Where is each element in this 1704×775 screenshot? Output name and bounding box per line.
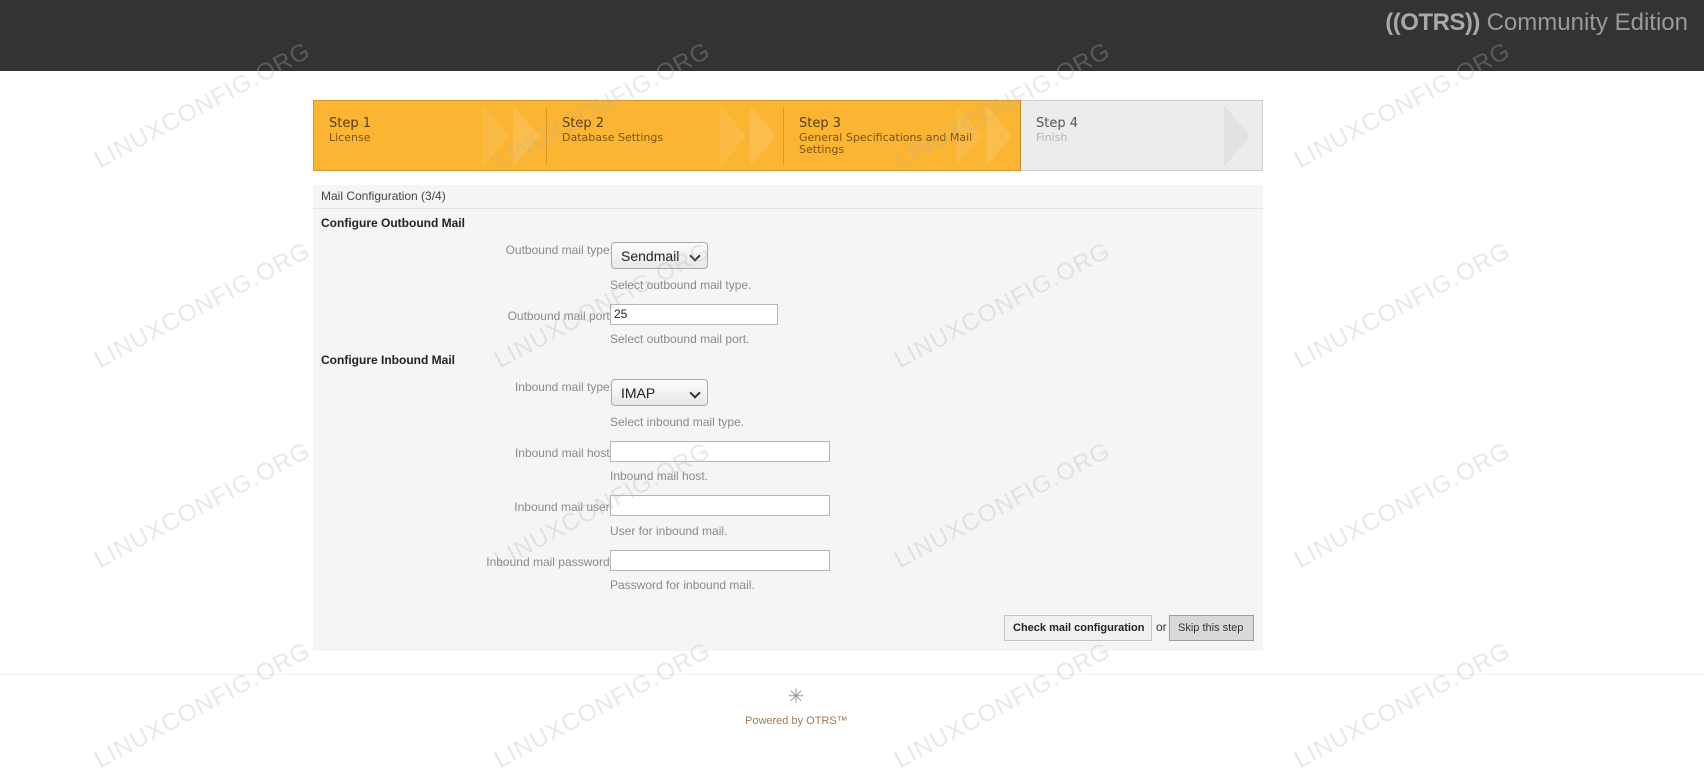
- otrs-star-icon: ✳: [787, 684, 805, 708]
- panel-header: Mail Configuration (3/4): [313, 185, 1263, 209]
- step-4-subtitle: Finish: [1036, 131, 1068, 144]
- inbound-host-input[interactable]: [610, 441, 830, 462]
- watermark-text: LINUXCONFIG.ORG: [490, 637, 715, 774]
- step-3-subtitle: General Specifications and Mail Settings: [799, 131, 973, 156]
- step-1-subtitle: License: [329, 131, 371, 144]
- watermark-text: LINUXCONFIG.ORG: [90, 637, 315, 774]
- inbound-host-label: Inbound mail host:: [514, 446, 613, 460]
- step-2-title: Step 2: [562, 116, 605, 131]
- chevron-down-icon: [689, 387, 701, 399]
- step-1-title: Step 1: [329, 116, 372, 131]
- step-1: Step 1 License: [313, 100, 547, 171]
- outbound-heading: Configure Outbound Mail: [321, 216, 465, 230]
- watermark-text: LINUXCONFIG.ORG: [1290, 437, 1515, 574]
- outbound-type-label: Outbound mail type:: [505, 243, 613, 257]
- watermark-text: LINUXCONFIG.ORG: [90, 437, 315, 574]
- outbound-type-value: Sendmail: [621, 248, 680, 264]
- top-header: ((OTRS)) Community Edition: [0, 0, 1704, 71]
- panel-title: Mail Configuration (3/4): [321, 189, 446, 203]
- watermark-text: LINUXCONFIG.ORG: [90, 237, 315, 374]
- inbound-password-label: Inbound mail password:: [486, 555, 613, 569]
- watermark-text: LINUXCONFIG.ORG: [1290, 237, 1515, 374]
- outbound-type-select[interactable]: Sendmail: [611, 242, 708, 269]
- check-mail-configuration-button[interactable]: Check mail configuration: [1004, 615, 1152, 641]
- inbound-heading: Configure Inbound Mail: [321, 353, 455, 367]
- inbound-user-input[interactable]: [610, 495, 830, 516]
- inbound-type-value: IMAP: [621, 385, 656, 401]
- inbound-password-input[interactable]: [610, 550, 830, 571]
- inbound-user-hint: User for inbound mail.: [610, 524, 728, 538]
- powered-by: Powered by OTRS™: [745, 715, 848, 727]
- outbound-port-input[interactable]: 25: [610, 304, 778, 325]
- outbound-type-hint: Select outbound mail type.: [610, 278, 752, 292]
- brand-mark: ((OTRS)): [1385, 9, 1480, 36]
- step-4: Step 4 Finish: [1021, 100, 1263, 171]
- step-3: Step 3 General Specifications and Mail S…: [784, 100, 1021, 171]
- or-separator: or: [1156, 620, 1167, 634]
- installer-steps: Step 1 License Step 2 Database Settings …: [313, 100, 1263, 171]
- brand-edition: Community Edition: [1486, 9, 1688, 36]
- otrs-logo: ((OTRS)) Community Edition: [1385, 9, 1688, 37]
- inbound-type-hint: Select inbound mail type.: [610, 415, 745, 429]
- outbound-port-hint: Select outbound mail port.: [610, 332, 750, 346]
- step-4-title: Step 4: [1036, 116, 1079, 131]
- footer-divider: [0, 674, 1704, 675]
- watermark-text: LINUXCONFIG.ORG: [1290, 637, 1515, 774]
- inbound-type-label: Inbound mail type:: [514, 380, 613, 394]
- inbound-user-label: Inbound mail user:: [514, 500, 613, 514]
- watermark-text: LINUXCONFIG.ORG: [890, 637, 1115, 774]
- inbound-password-hint: Password for inbound mail.: [610, 578, 755, 592]
- step-2-subtitle: Database Settings: [562, 131, 664, 144]
- inbound-host-hint: Inbound mail host.: [610, 469, 709, 483]
- inbound-type-select[interactable]: IMAP: [611, 379, 708, 406]
- mail-configuration-panel: Mail Configuration (3/4) Configure Outbo…: [313, 185, 1263, 651]
- step-3-title: Step 3: [799, 116, 842, 131]
- skip-step-button[interactable]: Skip this step: [1169, 615, 1254, 641]
- step-2: Step 2 Database Settings: [547, 100, 784, 171]
- outbound-port-label: Outbound mail port:: [507, 309, 613, 323]
- chevron-down-icon: [689, 250, 701, 262]
